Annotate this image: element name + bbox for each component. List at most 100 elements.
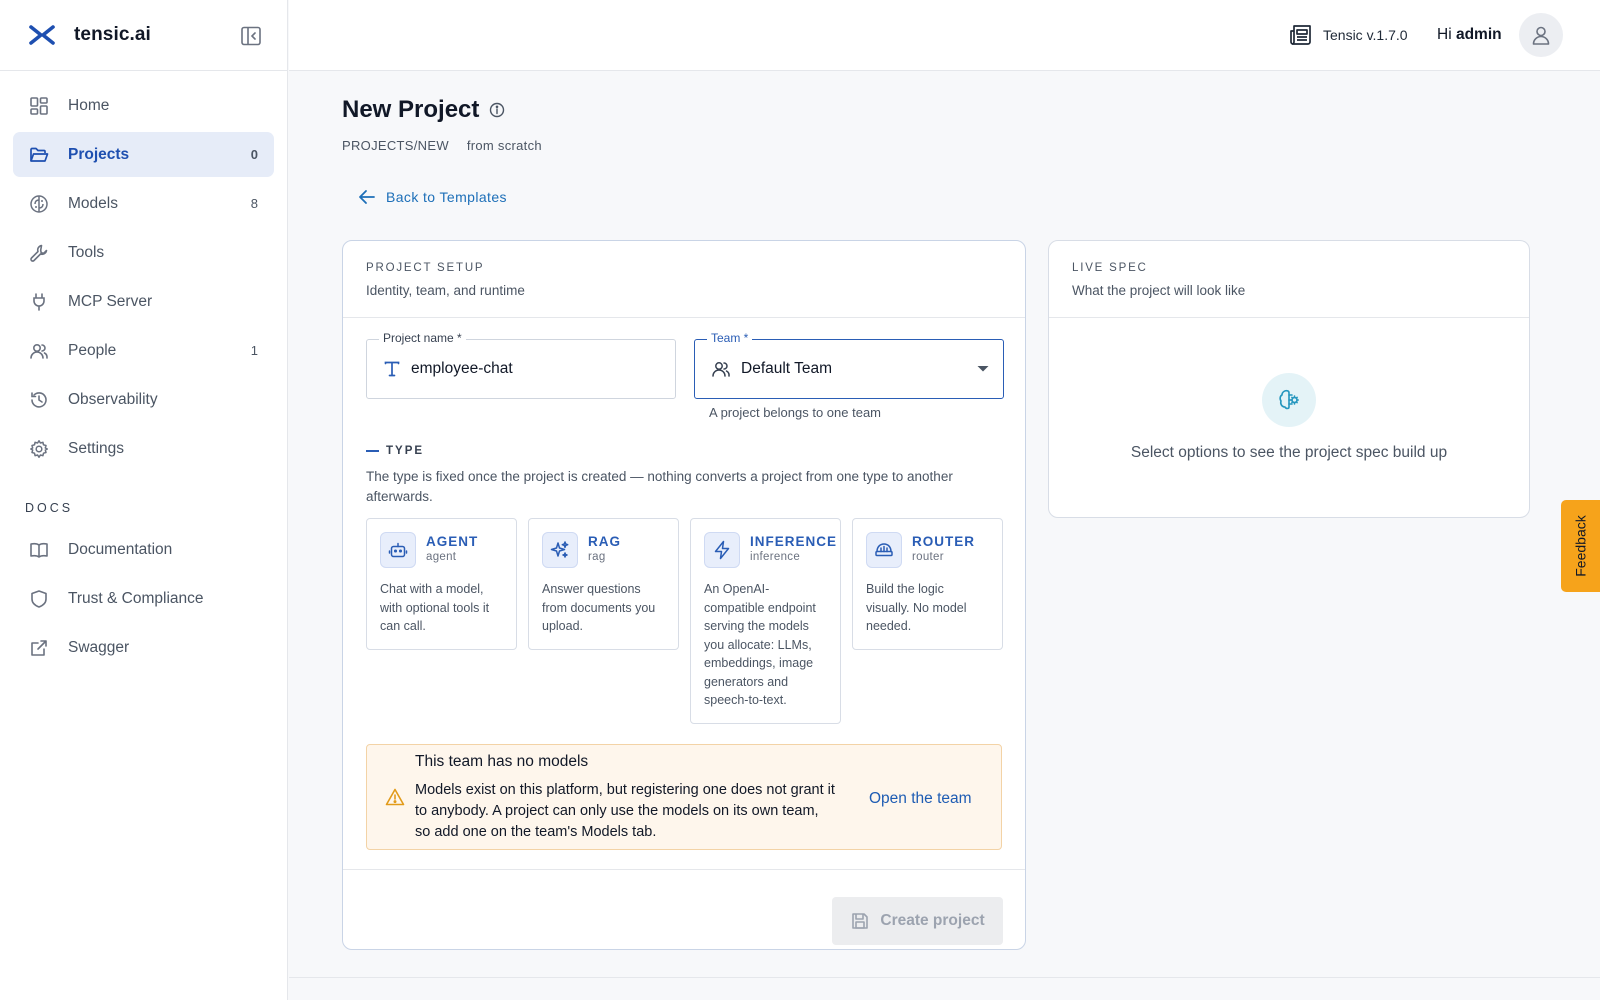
sidebar-item-trust-compliance[interactable]: Trust & Compliance [13,576,274,621]
caret-down-icon [977,365,989,373]
external-link-icon [28,637,50,659]
type-card-names: AGENT agent [426,532,478,563]
section-dash [366,450,379,452]
sidebar-nav: Home Projects 0 Models 8 Tools MCP Serve… [0,71,287,471]
sidebar-item-label: Documentation [68,540,173,558]
type-section-heading: TYPE [366,445,424,457]
feedback-tab[interactable]: Feedback [1561,500,1600,592]
feedback-label: Feedback [1572,515,1589,577]
book-icon [28,539,50,561]
sidebar-item-count: 0 [250,147,258,162]
type-card-inference[interactable]: INFERENCE inference An OpenAI-compatible… [690,518,841,724]
project-name-label: Project name * [379,331,466,345]
live-spec-header: LIVE SPEC What the project will look lik… [1049,241,1529,318]
info-icon[interactable] [489,102,505,118]
sidebar-item-label: Projects [68,145,130,163]
wrench-icon [28,242,50,264]
sidebar-item-settings[interactable]: Settings [13,426,274,471]
alert-title: This team has no models [415,753,589,770]
docs-section-label: DOCS [25,501,74,515]
type-card-slug: rag [588,551,606,563]
type-card-names: RAG rag [588,532,621,563]
sidebar-item-swagger[interactable]: Swagger [13,625,274,670]
sidebar-item-label: Tools [68,243,105,261]
newspaper-icon [1288,22,1314,48]
sidebar-item-label: Observability [68,390,158,408]
page-title: New Project [342,96,505,124]
avatar[interactable] [1519,13,1563,57]
sidebar-item-label: Trust & Compliance [68,589,204,607]
alert-body: Models exist on this platform, but regis… [415,782,835,840]
dashboard-icon [28,95,50,117]
type-card-header: ROUTER router [866,532,989,568]
project-name-field[interactable]: Project name * employee-chat [366,331,676,399]
greeting-text: Hi [1437,26,1452,43]
type-card-agent[interactable]: AGENT agent Chat with a model, with opti… [366,518,517,650]
sidebar-item-home[interactable]: Home [13,83,274,128]
type-card-name: INFERENCE [750,534,838,549]
type-card-description: Chat with a model, with optional tools i… [380,582,490,633]
open-team-link[interactable]: Open the team [869,790,972,808]
project-setup-kicker: PROJECT SETUP [366,262,485,274]
project-setup-header: PROJECT SETUP Identity, team, and runtim… [343,241,1025,318]
create-project-label: Create project [880,912,985,929]
back-to-templates-link[interactable]: Back to Templates [358,188,507,206]
type-card-router[interactable]: ROUTER router Build the logic visually. … [852,518,1003,650]
sparkles-icon [542,532,578,568]
lightning-icon [704,532,740,568]
type-card-header: RAG rag [542,532,665,568]
team-select[interactable]: Team * Default Team [694,331,1004,399]
type-description: The type is fixed once the project is cr… [366,469,953,504]
no-models-alert: This team has no models Models exist on … [366,744,1002,850]
team-helper-text: A project belongs to one team [709,405,882,420]
type-card-description: An OpenAI-compatible endpoint serving th… [704,582,816,707]
router-icon [866,532,902,568]
sidebar-collapse-icon[interactable] [239,24,263,48]
type-card-rag[interactable]: RAG rag Answer questions from documents … [528,518,679,650]
sidebar-item-count: 8 [250,196,258,211]
tensic-logo-icon[interactable] [28,21,56,49]
version-label: Tensic v.1.7.0 [1323,27,1408,43]
type-card-description: Answer questions from documents you uplo… [542,582,656,633]
type-card-description: Build the logic visually. No model neede… [866,582,967,633]
type-card-name: ROUTER [912,534,975,549]
sidebar-item-projects[interactable]: Projects 0 [13,132,274,177]
type-card-slug: agent [426,551,457,563]
plug-icon [28,291,50,313]
back-link-label: Back to Templates [386,189,507,205]
type-card-name: AGENT [426,534,479,549]
type-heading-label: TYPE [386,445,425,457]
brain-icon [28,193,50,215]
shield-icon [28,588,50,610]
sidebar-item-label: People [68,341,117,359]
history-icon [28,389,50,411]
sidebar: tensic.ai Home Projects 0 Models 8 Tools [0,0,288,1000]
project-name-input[interactable]: employee-chat [411,360,675,378]
brand-name: tensic.ai [74,24,151,45]
sidebar-item-tools[interactable]: Tools [13,230,274,275]
type-card-names: INFERENCE inference [750,532,837,563]
breadcrumb: PROJECTS/NEW from scratch [342,138,556,153]
breadcrumb-path[interactable]: PROJECTS/NEW [342,138,449,153]
page-footer [289,977,1600,1000]
type-card-names: ROUTER router [912,532,975,563]
type-card-slug: router [912,551,944,563]
sidebar-item-label: Models [68,194,118,212]
version-info[interactable]: Tensic v.1.7.0 [1288,22,1408,48]
user-icon [1532,26,1550,45]
page-title-text: New Project [342,96,480,123]
sidebar-item-people[interactable]: People 1 [13,328,274,373]
sidebar-item-observability[interactable]: Observability [13,377,274,422]
sidebar-item-documentation[interactable]: Documentation [13,527,274,572]
sidebar-item-models[interactable]: Models 8 [13,181,274,226]
topbar: Tensic v.1.7.0 Hi admin [289,0,1600,71]
users-icon [711,359,731,379]
folder-open-icon [28,144,50,166]
sidebar-item-label: Settings [68,439,125,457]
type-card-header: AGENT agent [380,532,503,568]
user-greeting: Hi admin [1437,26,1502,44]
sidebar-item-count: 1 [250,343,258,358]
robot-icon [380,532,416,568]
sidebar-item-mcp-server[interactable]: MCP Server [13,279,274,324]
create-project-button[interactable]: Create project [832,897,1003,945]
